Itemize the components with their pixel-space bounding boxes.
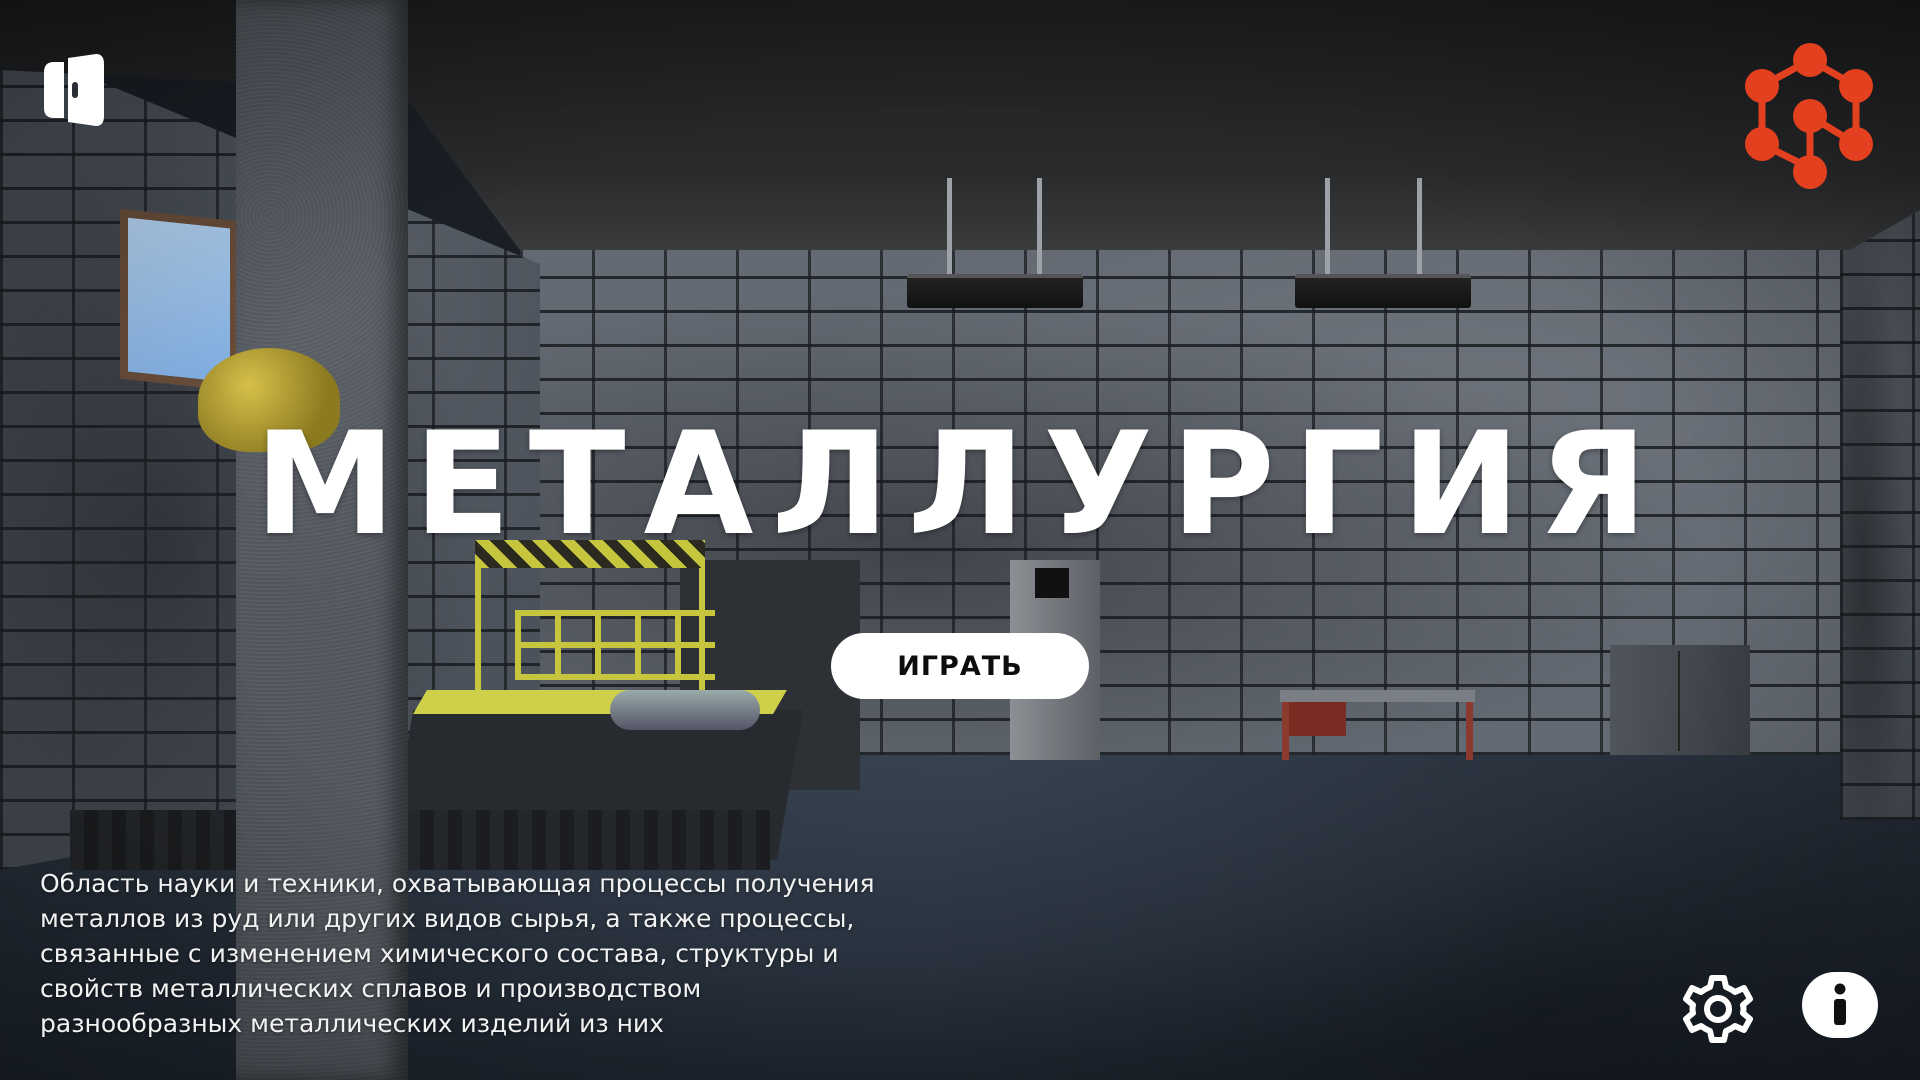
play-button[interactable]: ИГРАТЬ	[831, 633, 1089, 699]
game-title: МЕТАЛЛУРГИЯ	[254, 402, 1666, 567]
settings-button[interactable]	[1683, 974, 1753, 1044]
molecule-logo-icon	[1738, 40, 1880, 192]
info-icon	[1834, 983, 1846, 1025]
info-button[interactable]	[1802, 972, 1878, 1038]
gear-icon	[1683, 975, 1753, 1043]
app-logo-icon	[42, 54, 106, 126]
game-description: Область науки и техники, охватывающая пр…	[40, 869, 875, 1038]
